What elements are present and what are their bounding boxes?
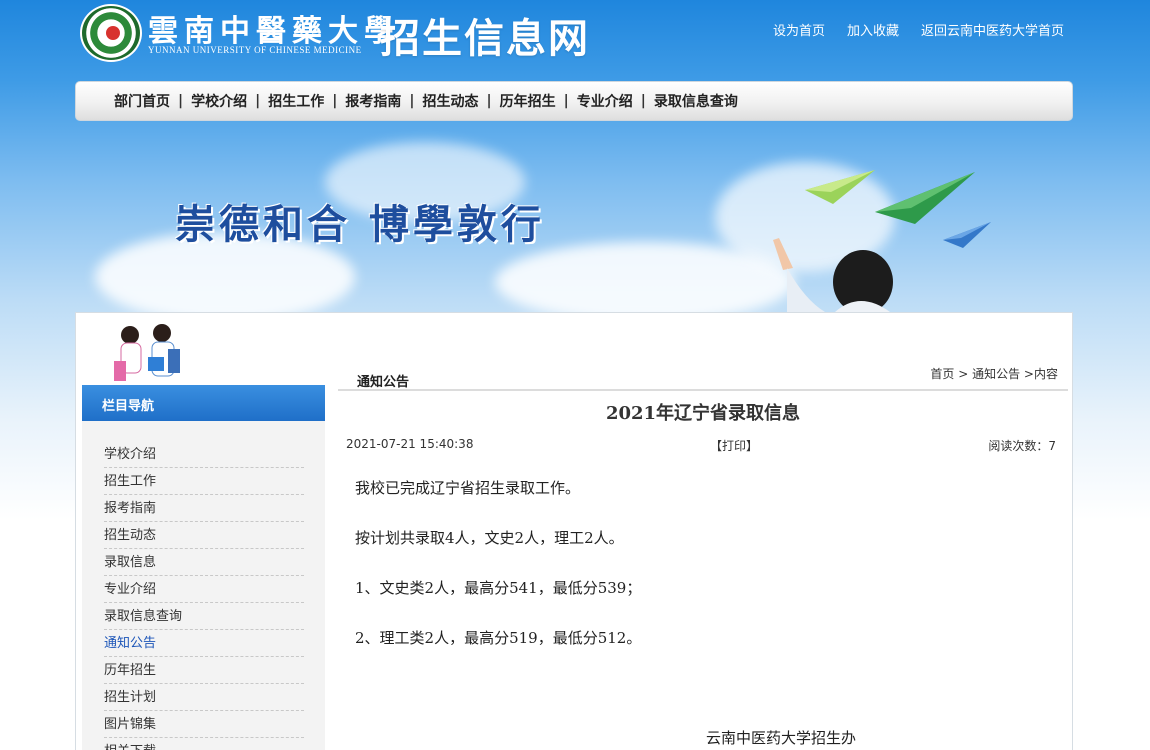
sidebar-item-admission-plan[interactable]: 招生计划	[104, 684, 304, 711]
nav-item-admission-work[interactable]: 招生工作	[268, 91, 324, 111]
sidebar-item-majors[interactable]: 专业介绍	[104, 576, 304, 603]
nav-item-department-home[interactable]: 部门首页	[114, 91, 170, 111]
site-header: 雲南中醫藥大學 YUNNAN UNIVERSITY OF CHINESE MED…	[0, 0, 1150, 80]
nav-separator: |	[178, 93, 184, 109]
sidebar-item-school-intro[interactable]: 学校介绍	[104, 441, 304, 468]
university-name-en: YUNNAN UNIVERSITY OF CHINESE MEDICINE	[148, 45, 362, 55]
article-paragraph: 按计划共录取4人，文史2人，理工2人。	[355, 529, 624, 547]
nav-item-school-intro[interactable]: 学校介绍	[191, 91, 247, 111]
nav-item-majors[interactable]: 专业介绍	[577, 91, 633, 111]
university-emblem-icon[interactable]	[80, 4, 142, 62]
paper-plane-blue-icon	[943, 222, 991, 248]
sidebar-item-past-admissions[interactable]: 历年招生	[104, 657, 304, 684]
article-signature: 云南中医药大学招生办	[706, 729, 857, 747]
nav-separator: |	[409, 93, 415, 109]
sidebar-item-photo-gallery[interactable]: 图片锦集	[104, 711, 304, 738]
nav-item-admission-news[interactable]: 招生动态	[423, 91, 479, 111]
hero-banner: 崇德和合 博學敦行	[75, 122, 1073, 312]
main-panel: 栏目导航 学校介绍 招生工作 报考指南 招生动态 录取信息 专业介绍 录取信息查…	[75, 312, 1073, 750]
breadcrumb-current: 内容	[1033, 367, 1058, 381]
sidebar-item-admission-query[interactable]: 录取信息查询	[104, 603, 304, 630]
section-title: 通知公告	[357, 375, 410, 390]
article-paragraph: 我校已完成辽宁省招生录取工作。	[355, 479, 581, 497]
breadcrumb-notices[interactable]: 通知公告	[972, 367, 1020, 381]
nav-separator: |	[563, 93, 569, 109]
main-nav: 部门首页 | 学校介绍 | 招生工作 | 报考指南 | 招生动态 | 历年招生 …	[75, 81, 1073, 121]
article-body: 我校已完成辽宁省招生录取工作。 按计划共录取4人，文史2人，理工2人。 1、文史…	[355, 477, 1045, 677]
paper-plane-large-icon	[875, 172, 975, 224]
section-bar: 通知公告 首页 > 通知公告 >内容	[338, 355, 1068, 391]
students-illustration	[114, 324, 180, 381]
article-paragraph: 2、理工类2人，最高分519，最低分512。	[355, 629, 642, 647]
read-count-label: 阅读次数：	[988, 439, 1049, 453]
sidebar-item-notices[interactable]: 通知公告	[104, 630, 304, 657]
university-name-cn[interactable]: 雲南中醫藥大學	[148, 6, 400, 50]
breadcrumb-separator: >	[1020, 367, 1034, 381]
nav-item-past-admissions[interactable]: 历年招生	[500, 91, 556, 111]
nav-item-application-guide[interactable]: 报考指南	[345, 91, 401, 111]
breadcrumb: 首页 > 通知公告 >内容	[930, 365, 1058, 382]
sidebar-item-application-guide[interactable]: 报考指南	[104, 495, 304, 522]
print-button[interactable]: 【打印】	[710, 437, 758, 454]
sidebar-list: 学校介绍 招生工作 报考指南 招生动态 录取信息 专业介绍 录取信息查询 通知公…	[104, 441, 304, 750]
site-title: 招生信息网	[380, 16, 590, 62]
sidebar: 学校介绍 招生工作 报考指南 招生动态 录取信息 专业介绍 录取信息查询 通知公…	[82, 421, 325, 750]
nav-separator: |	[640, 93, 646, 109]
publish-date: 2021-07-21 15:40:38	[346, 437, 474, 451]
slogan: 崇德和合 博學敦行	[175, 201, 545, 248]
nav-separator: |	[332, 93, 338, 109]
read-count: 阅读次数：7	[988, 437, 1056, 454]
paper-plane-icon	[805, 170, 875, 204]
nav-item-admission-query[interactable]: 录取信息查询	[654, 91, 738, 111]
sidebar-item-downloads[interactable]: 相关下载	[104, 738, 304, 750]
top-links: 设为首页 加入收藏 返回云南中医药大学首页	[773, 20, 1064, 39]
breadcrumb-home[interactable]: 首页	[930, 367, 954, 381]
sidebar-item-admission-info[interactable]: 录取信息	[104, 549, 304, 576]
content-area: 通知公告 首页 > 通知公告 >内容 2021年辽宁省录取信息 2021-07-…	[338, 313, 1068, 750]
read-count-value: 7	[1048, 439, 1056, 453]
article-paragraph: 1、文史类2人，最高分541，最低分539；	[355, 579, 642, 597]
article-title: 2021年辽宁省录取信息	[605, 403, 801, 424]
add-favorite-link[interactable]: 加入收藏	[847, 20, 899, 39]
set-homepage-link[interactable]: 设为首页	[773, 20, 825, 39]
student-figure	[773, 238, 893, 312]
return-university-home-link[interactable]: 返回云南中医药大学首页	[921, 20, 1064, 39]
sidebar-item-admission-work[interactable]: 招生工作	[104, 468, 304, 495]
sidebar-item-admission-news[interactable]: 招生动态	[104, 522, 304, 549]
sidebar-heading: 栏目导航	[82, 385, 325, 421]
nav-separator: |	[486, 93, 492, 109]
nav-separator: |	[255, 93, 261, 109]
breadcrumb-separator: >	[954, 367, 973, 381]
